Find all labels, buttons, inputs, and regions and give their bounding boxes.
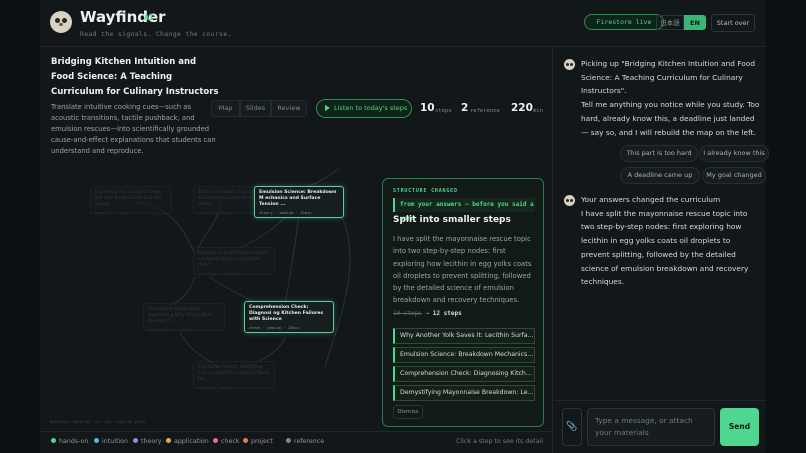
old-step-count: 10 steps xyxy=(393,310,422,317)
legend-theory: theory xyxy=(133,438,162,445)
play-icon xyxy=(325,105,330,111)
chip-already-know[interactable]: I already know this xyxy=(699,145,769,162)
map-node[interactable]: Exploring the Sound Change: Wh ater Evap… xyxy=(90,186,172,215)
count-arrow: → xyxy=(425,310,430,317)
app-window: Wayfinder AI Read the signals. Change th… xyxy=(40,0,769,453)
map-node[interactable]: Curriculum Application: Explainin g Why … xyxy=(143,303,225,332)
assistant-avatar xyxy=(564,195,575,206)
tagline: Read the signals. Change the course. xyxy=(80,30,232,38)
map-node-highlighted[interactable]: Comprehension Check: Diagnosi ng Kitchen… xyxy=(244,301,334,333)
steps-count: 10 xyxy=(420,102,435,114)
map-node-highlighted[interactable]: Emulsion Science: Breakdown M echanics a… xyxy=(254,186,344,218)
minutes-label: min xyxy=(533,108,543,114)
chip-too-hard[interactable]: This part is too hard xyxy=(620,145,698,162)
reference-label: reference xyxy=(470,108,500,114)
legend-intuition: intuition xyxy=(94,438,128,445)
new-step-count: 12 steps xyxy=(432,310,462,317)
reference-count: 2 xyxy=(461,102,469,114)
legend-check: check xyxy=(213,438,239,445)
legend-hint: Click a step to see its detail xyxy=(455,438,543,445)
chip-goal-changed[interactable]: My goal changed xyxy=(702,167,766,184)
new-step-item[interactable]: Why Another Yolk Saves It: Lecithin Surf… xyxy=(393,328,535,344)
card-title: Split into smaller steps xyxy=(393,215,511,225)
tab-map[interactable]: Map xyxy=(211,100,240,117)
curriculum-pane: Bridging Kitchen Intuition and Food Scie… xyxy=(40,47,553,453)
minutes-count: 220 xyxy=(511,102,533,114)
course-description: Translate intuitive cooking cues—such as… xyxy=(51,103,216,155)
lang-en-button[interactable]: EN xyxy=(684,15,706,30)
structure-changed-card: STRUCTURE CHANGED from your answers — be… xyxy=(382,178,544,427)
paperclip-icon[interactable]: 📎 xyxy=(562,408,582,446)
brand-badge: AI xyxy=(144,13,154,22)
tab-review[interactable]: Review xyxy=(271,100,307,117)
step-count-change: 10 steps → 12 steps xyxy=(393,310,462,317)
app-header: Wayfinder AI Read the signals. Change th… xyxy=(40,0,766,47)
legend-project: project xyxy=(243,438,273,445)
legend-application: application xyxy=(166,438,209,445)
curriculum-map: Exploring the Sound Change: Wh ater Evap… xyxy=(40,167,380,427)
map-node[interactable]: Intuitive Science Audio Fighter: ed Soun… xyxy=(193,247,275,276)
assistant-avatar xyxy=(564,59,575,70)
card-label: STRUCTURE CHANGED xyxy=(393,188,458,194)
new-step-item[interactable]: Demystifying Mayonnaise Breakdown: Le… xyxy=(393,385,535,401)
lang-ja-button[interactable]: 日本語 xyxy=(656,15,684,30)
firestore-status-badge: Firestore live xyxy=(584,14,664,30)
assistant-message: Picking up "Bridging Kitchen Intuition a… xyxy=(581,59,760,137)
listen-button[interactable]: Listen to today's steps xyxy=(316,99,412,118)
start-over-button[interactable]: Start over xyxy=(711,14,755,32)
steps-label: steps xyxy=(435,108,452,114)
course-title: Bridging Kitchen Intuition and Food Scie… xyxy=(51,57,219,97)
listen-label: Listen to today's steps xyxy=(334,104,408,112)
assistant-message: Your answers changed the curriculum I ha… xyxy=(581,195,749,287)
chip-deadline[interactable]: A deadline came up xyxy=(620,167,700,184)
message-composer: 📎 Type a message, or attach your materia… xyxy=(554,400,766,453)
tab-slides[interactable]: Slides xyxy=(240,100,271,117)
legend-reference: reference xyxy=(286,438,324,445)
card-body: I have split the mayonnaise rescue topic… xyxy=(393,235,532,305)
map-node[interactable]: Capstone Project: Designing Cau se and E… xyxy=(193,361,275,390)
new-step-item[interactable]: Emulsion Science: Breakdown Mechanics… xyxy=(393,347,535,363)
owl-logo-icon xyxy=(50,11,72,33)
legend-bar: hands-on intuition theory application ch… xyxy=(40,431,553,453)
card-source: from your answers — before you said a wo… xyxy=(393,198,535,222)
dismiss-button[interactable]: Dismiss xyxy=(393,405,423,419)
new-step-item[interactable]: Comprehension Check: Diagnosing Kitch… xyxy=(393,366,535,382)
legend-hands-on: hands-on xyxy=(51,438,88,445)
send-button[interactable]: Send xyxy=(720,408,759,446)
map-footnote: Reference material (off the required pat… xyxy=(50,419,147,424)
chat-pane: Picking up "Bridging Kitchen Intuition a… xyxy=(554,47,769,453)
message-input[interactable]: Type a message, or attach your materials xyxy=(587,408,715,446)
